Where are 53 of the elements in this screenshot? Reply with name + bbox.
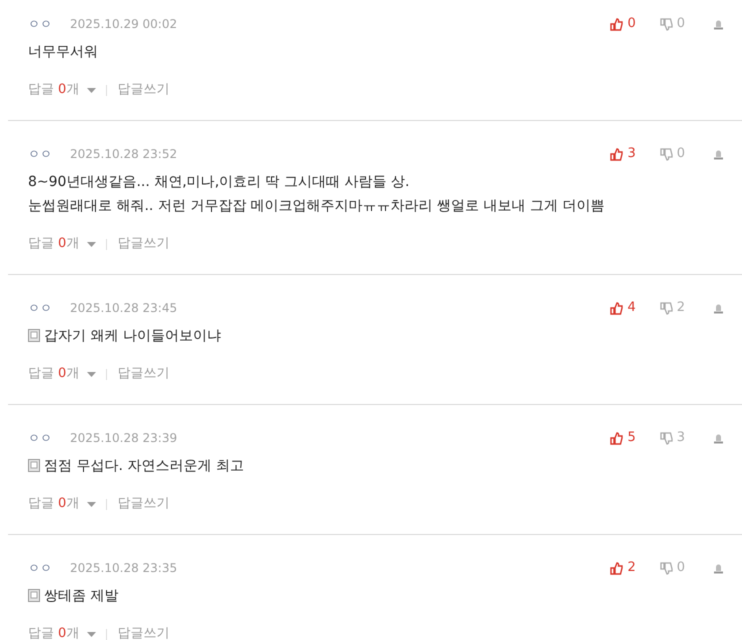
author-name: ㅇㅇ — [28, 146, 53, 163]
thumbs-up-icon — [610, 148, 624, 160]
author-name: ㅇㅇ — [28, 560, 53, 577]
reply-count-toggle[interactable]: 답글 0개 — [28, 494, 96, 514]
write-reply-link[interactable]: 답글쓰기 — [117, 234, 170, 254]
comment-date: 2025.10.29 00:02 — [70, 16, 178, 33]
like-button[interactable]: 0 — [610, 14, 636, 34]
thumbs-up-icon — [610, 302, 624, 314]
reply-count-toggle[interactable]: 답글 0개 — [28, 364, 96, 384]
author-name: ㅇㅇ — [28, 430, 53, 447]
thumbs-down-icon — [660, 18, 673, 30]
report-icon[interactable] — [713, 302, 724, 314]
like-button[interactable]: 5 — [610, 428, 636, 448]
comment-text: 너무무서워 — [28, 43, 98, 62]
write-reply-link[interactable]: 답글쓰기 — [117, 624, 170, 640]
report-icon[interactable] — [713, 432, 724, 444]
thumbs-up-icon — [610, 18, 624, 30]
memo-icon — [28, 589, 40, 602]
comment-date: 2025.10.28 23:39 — [70, 430, 178, 447]
thumbs-up-icon — [610, 562, 624, 574]
like-button[interactable]: 3 — [610, 144, 636, 164]
thumbs-down-icon — [660, 562, 673, 574]
reply-count-toggle[interactable]: 답글 0개 — [28, 80, 96, 100]
comment-text: 8~90년대생같음... 채연,미나,이효리 딱 그시대때 사람들 상. 눈썹원래대로 해줘.. 저런 거무잡잡 메이크업해주지마ㅠㅠ차라리 쌩얼로 내보내 그게 더이쁨 — [28, 173, 605, 216]
caret-icon — [87, 88, 96, 92]
reply-count-toggle[interactable]: 답글 0개 — [28, 624, 96, 640]
comment-text: 점점 무섭다. 자연스러운게 최고 — [44, 457, 244, 476]
report-icon[interactable] — [713, 18, 724, 30]
comment-text: 갑자기 왜케 나이들어보이냐 — [44, 327, 221, 346]
caret-icon — [87, 242, 96, 246]
caret-icon — [87, 372, 96, 376]
comment-date: 2025.10.28 23:45 — [70, 300, 178, 317]
caret-icon — [87, 632, 96, 636]
write-reply-link[interactable]: 답글쓰기 — [117, 364, 170, 384]
report-icon[interactable] — [713, 148, 724, 160]
author-name: ㅇㅇ — [28, 300, 53, 317]
comment-text: 쌍테좀 제발 — [44, 587, 118, 606]
author-name: ㅇㅇ — [28, 16, 53, 33]
caret-icon — [87, 502, 96, 506]
memo-icon — [28, 459, 40, 472]
write-reply-link[interactable]: 답글쓰기 — [117, 80, 170, 100]
comment-date: 2025.10.28 23:52 — [70, 146, 178, 163]
reply-count-toggle[interactable]: 답글 0개 — [28, 234, 96, 254]
thumbs-down-icon — [660, 432, 673, 444]
like-button[interactable]: 4 — [610, 298, 636, 318]
like-button[interactable]: 2 — [610, 558, 636, 578]
memo-icon — [28, 329, 40, 342]
thumbs-down-icon — [660, 302, 673, 314]
write-reply-link[interactable]: 답글쓰기 — [117, 494, 170, 514]
comment-date: 2025.10.28 23:35 — [70, 560, 178, 577]
thumbs-up-icon — [610, 432, 624, 444]
thumbs-down-icon — [660, 148, 673, 160]
report-icon[interactable] — [713, 562, 724, 574]
